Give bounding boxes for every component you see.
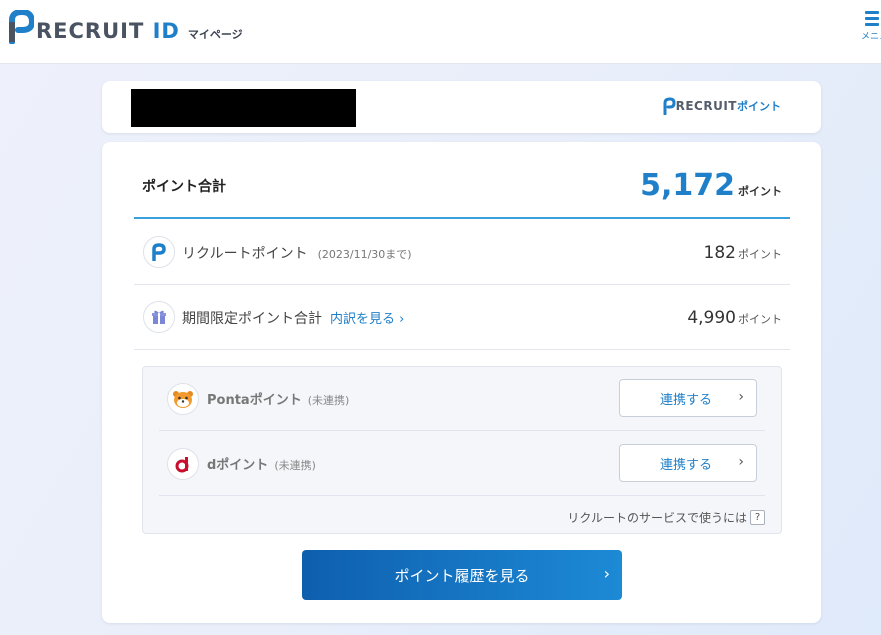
recruit-r-logo-icon [663,97,676,115]
link-status: (未連携) [307,394,350,407]
recruit-point-logo: RECRUIT ポイント [662,97,781,115]
d-point-row: dポイント (未連携) 連携する › [159,432,765,496]
question-icon: ? [750,510,765,525]
link-status: (未連携) [274,459,316,472]
d-point-icon [167,448,199,480]
ponta-icon [167,383,199,415]
recruit-point-row: リクルートポイント (2023/11/30まで) 182 ポイント [134,221,790,285]
total-points-row: ポイント合計 5,172 ポイント [134,142,790,219]
total-value: 5,172 ポイント [640,168,782,203]
header: RECRUIT ID マイページ メニュー [0,0,881,64]
chevron-right-icon: › [399,312,405,327]
service-name: dポイント [207,458,269,473]
limited-point-row: 期間限定ポイント合計 内訳を見る › 4,990 ポイント [134,286,790,350]
total-label: ポイント合計 [142,179,226,195]
redacted-name [131,89,356,127]
menu-button[interactable]: メニュー [859,8,881,54]
chevron-right-icon: › [603,564,610,583]
account-card: RECRUIT ポイント [102,81,821,133]
link-d-point-button[interactable]: 連携する › [619,444,757,482]
menu-label: メニュー [861,32,881,42]
expiry-note: (2023/11/30まで) [317,248,412,261]
breakdown-link[interactable]: 内訳を見る › [330,312,404,327]
logo-subtitle: マイページ [187,28,243,41]
chevron-right-icon: › [738,389,744,405]
points-card: ポイント合計 5,172 ポイント リクルートポイント (2023/11/30まで… [102,142,821,623]
service-name: Pontaポイント [207,393,302,408]
point-name: リクルートポイント [182,246,308,262]
point-history-button[interactable]: ポイント履歴を見る › [302,550,622,600]
chevron-right-icon: › [738,454,744,470]
linked-services-box: Pontaポイント (未連携) 連携する › dポイント (未連携) 連携する › [142,366,782,534]
point-value: 4,990 ポイント [687,308,782,328]
ponta-row: Pontaポイント (未連携) 連携する › [159,367,765,431]
hamburger-icon [859,11,881,26]
recruit-r-logo-icon [9,10,34,44]
help-link[interactable]: リクルートのサービスで使うには ? [567,509,765,526]
logo-text: RECRUIT ID [36,19,180,43]
gift-icon [143,301,175,333]
recruit-p-icon [143,236,175,268]
link-ponta-button[interactable]: 連携する › [619,379,757,417]
point-value: 182 ポイント [703,243,782,263]
point-name: 期間限定ポイント合計 [182,311,322,327]
recruit-id-logo[interactable]: RECRUIT ID マイページ [8,10,243,44]
